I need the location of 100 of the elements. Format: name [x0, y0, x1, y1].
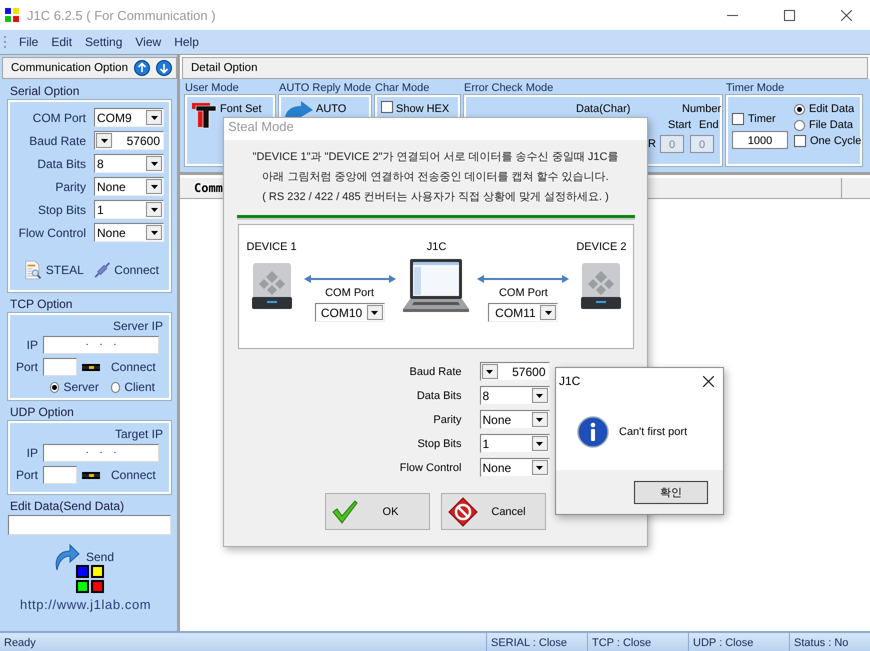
- caret-icon: [536, 394, 543, 398]
- field-label: COM Port: [32, 110, 86, 124]
- field-label: Stop Bits: [416, 438, 462, 450]
- dropdown[interactable]: 1: [94, 200, 164, 219]
- radio-label[interactable]: Client: [124, 380, 155, 394]
- baud-rate-field[interactable]: 57600: [94, 131, 164, 150]
- device-label: DEVICE 1: [246, 241, 297, 253]
- menu-item[interactable]: Edit: [51, 35, 72, 49]
- port-field[interactable]: [43, 358, 77, 376]
- ok-button[interactable]: OK: [325, 493, 430, 530]
- section-title: TCP Option: [10, 297, 74, 311]
- checkbox[interactable]: [794, 135, 806, 147]
- dialog-title: J1C: [559, 374, 580, 388]
- dropdown[interactable]: None: [480, 410, 550, 429]
- checkbox[interactable]: [732, 113, 744, 125]
- steal-label[interactable]: STEAL: [46, 263, 84, 277]
- caret-icon: [536, 466, 543, 470]
- caret-icon: [150, 230, 158, 234]
- menu-item[interactable]: View: [135, 35, 162, 49]
- window-title: J1C 6.2.5 ( For Communication ): [27, 8, 216, 22]
- arrow-icon[interactable]: [285, 101, 313, 117]
- group-title: Char Mode: [375, 81, 430, 95]
- caret-icon: [150, 116, 158, 120]
- minimize-icon[interactable]: [727, 14, 738, 16]
- checkbox[interactable]: [381, 101, 393, 113]
- field-label: Parity: [54, 180, 86, 194]
- column-label: End: [699, 119, 719, 131]
- auto-label[interactable]: AUTO: [316, 103, 346, 115]
- dropdown[interactable]: COM9: [94, 108, 164, 127]
- close-icon[interactable]: [841, 10, 852, 20]
- info-icon: [577, 416, 609, 448]
- field-label: IP: [26, 446, 38, 460]
- caret-icon: [544, 310, 552, 314]
- app-logo-icon: [5, 8, 19, 22]
- dropdown[interactable]: COM11: [488, 303, 558, 322]
- connector-icon: [82, 364, 100, 370]
- group-title: Timer Mode: [726, 81, 786, 95]
- field-label: Parity: [432, 414, 462, 426]
- status-text: SERIAL : Close: [486, 633, 587, 651]
- field-label: IP: [26, 338, 38, 352]
- connect-label[interactable]: Connect: [111, 468, 156, 482]
- caret-icon: [150, 208, 158, 212]
- website-link[interactable]: http://www.j1lab.com: [20, 597, 177, 612]
- menu-item[interactable]: Setting: [85, 35, 122, 49]
- field-label: Flow Control: [398, 462, 462, 474]
- status-text: Status : No: [789, 633, 864, 651]
- port-label: COM Port: [325, 287, 374, 299]
- field-label: Stop Bits: [36, 202, 86, 216]
- send-data-field[interactable]: [8, 515, 171, 535]
- dropdown[interactable]: 1: [480, 434, 550, 453]
- connect-label[interactable]: Connect: [114, 263, 159, 277]
- drive-icon: [581, 263, 622, 309]
- double-arrow-icon: [304, 275, 396, 283]
- radio-button[interactable]: [794, 120, 805, 130]
- connect-label[interactable]: Connect: [111, 360, 156, 374]
- field-label: R: [648, 138, 656, 150]
- dropdown[interactable]: COM10: [314, 303, 385, 322]
- close-icon[interactable]: [703, 376, 714, 386]
- menu-item[interactable]: File: [19, 35, 38, 49]
- port-field[interactable]: [43, 466, 77, 484]
- radio-button[interactable]: [794, 104, 805, 114]
- connector-icon: [82, 472, 100, 478]
- stop-icon: [448, 496, 478, 526]
- dropdown[interactable]: None: [94, 177, 164, 196]
- field-label: Flow Control: [18, 226, 86, 240]
- baud-rate-field[interactable]: 57600: [480, 362, 550, 381]
- ip-field[interactable]: . . .: [43, 444, 159, 462]
- checkbox-label[interactable]: One Cycle: [810, 135, 862, 147]
- colored-squares-icon: [76, 565, 104, 593]
- cancel-button[interactable]: Cancel: [441, 493, 546, 530]
- ip-field[interactable]: . . .: [43, 336, 159, 354]
- caret-icon: [536, 442, 543, 446]
- checkbox-label[interactable]: Show HEX: [396, 103, 450, 115]
- message-text: Can't first port: [619, 426, 688, 438]
- font-set-label[interactable]: Font Set: [220, 103, 262, 115]
- dropdown[interactable]: None: [94, 223, 164, 242]
- radio-button[interactable]: [50, 382, 60, 392]
- maximize-icon[interactable]: [784, 10, 795, 20]
- font-icon[interactable]: [191, 101, 217, 129]
- section-title: UDP Option: [10, 405, 75, 419]
- confirm-button[interactable]: 확인: [634, 480, 708, 504]
- column-label: Data(Char): [576, 103, 630, 115]
- caret-icon: [150, 184, 158, 188]
- dropdown[interactable]: 8: [480, 386, 550, 405]
- caret-icon: [371, 310, 378, 314]
- radio-label[interactable]: Edit Data: [809, 103, 854, 115]
- radio-button[interactable]: [110, 382, 120, 392]
- interval-field[interactable]: 1000: [732, 131, 788, 149]
- checkbox-label[interactable]: Timer: [748, 113, 776, 125]
- check-icon: [332, 500, 358, 524]
- group-title: User Mode: [185, 81, 240, 95]
- dropdown[interactable]: 8: [94, 154, 164, 173]
- menu-item[interactable]: Help: [174, 35, 199, 49]
- radio-label[interactable]: File Data: [809, 119, 854, 131]
- dropdown[interactable]: None: [480, 458, 550, 477]
- radio-label[interactable]: Server: [63, 380, 99, 394]
- section-title: Edit Data(Send Data): [10, 499, 126, 513]
- send-label[interactable]: Send: [86, 550, 114, 564]
- curved-arrow-icon[interactable]: [54, 543, 80, 571]
- field-label: Data Bits: [416, 390, 462, 402]
